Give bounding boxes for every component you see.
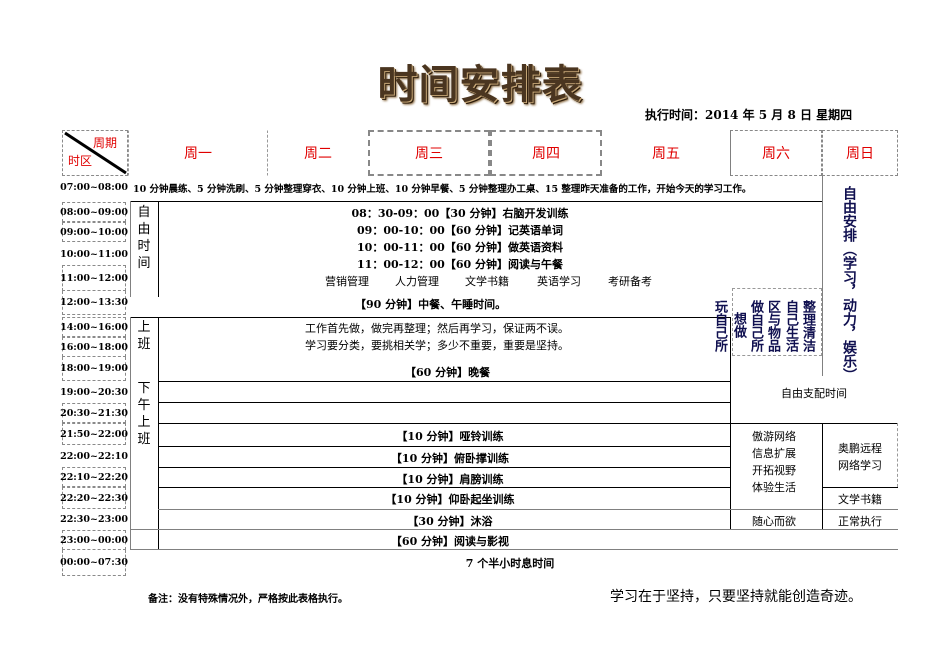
weekend-literature: 文学书籍 [838, 493, 882, 506]
header-day-fri: 周五 [652, 146, 680, 162]
exercise-item: 【60 分钟】阅读与影视 [390, 535, 510, 548]
free-time-item: 08：30-09：00【30 分钟】右脑开发训练 [351, 207, 569, 220]
header-day-mon: 周一 [128, 130, 268, 176]
subject-item: 人力管理 [395, 275, 439, 288]
header-day-sat: 周六 [730, 130, 822, 176]
exercise-item: 【10 分钟】哑铃训练 [396, 430, 504, 443]
free-time-item: 09：00-10：00【60 分钟】记英语单词 [357, 224, 563, 237]
saturday-column: 做自己所 [748, 300, 763, 352]
page-title: 时间安排表 [377, 61, 583, 108]
lunch-text: 【90 分钟】中餐、午睡时间。 [355, 298, 507, 311]
footer-note: 备注：没有特殊情况外，严格按此表格执行。 [148, 594, 348, 605]
execution-date: 执行时间：2014 年 5 月 8 日 星期四 [645, 108, 853, 122]
corner-period-label: 周期 [93, 136, 118, 150]
corner-timezone-label: 时区 [68, 154, 93, 168]
weekend-evening-right: 奥鹏远程 网络学习 [838, 442, 882, 472]
time-slot: 18:00~19:00 [60, 357, 128, 381]
header-day-sun: 周日 [822, 130, 898, 176]
work-note: 工作首先做，做完再整理；然后再学习，保证两不误。 [305, 322, 569, 335]
exercise-item: 【10 分钟】肩膀训练 [396, 473, 504, 486]
dinner-text: 【60 分钟】晚餐 [405, 366, 491, 379]
time-slot: 22:10~22:20 [60, 467, 128, 487]
time-slot: 07:00~08:00 [60, 181, 128, 193]
time-slot: 23:00~00:00 [60, 530, 128, 550]
time-slot: 14:00~16:00 [60, 317, 128, 337]
time-slot: 08:00~09:00 [60, 202, 128, 222]
exercise-item: 【10 分钟】仰卧起坐训练 [385, 493, 515, 506]
subject-item: 营销管理 [325, 275, 369, 288]
corner-header-cell: 周期 时区 [62, 130, 128, 176]
time-slot: 11:00~12:00 [60, 265, 128, 291]
sunday-text: 自由安排（学习，动力，娱乐） [841, 186, 857, 382]
saturday-column: 整理清洁 [800, 300, 815, 352]
work-note: 学习要分类，要挑相关学；多少不重要，重要是坚持。 [305, 339, 569, 352]
time-slot: 22:30~23:00 [60, 513, 128, 525]
time-slot: 00:00~07:30 [60, 550, 128, 576]
sleep-text: 7 个半小时息时间 [465, 557, 555, 570]
saturday-column: 自己生活 [783, 300, 798, 352]
morning-routine: 10 分钟晨练、5 分钟洗刷、5 分钟整理穿衣、10 分钟上班、10 分钟早餐、… [133, 184, 752, 195]
saturday-column: 想做 [731, 312, 746, 338]
time-slot: 22:20~22:30 [60, 487, 128, 509]
time-slot: 16:00~18:00 [60, 337, 128, 357]
footer-motto: 学习在于坚持，只要坚持就能创造奇迹。 [610, 589, 862, 605]
header-day-tue: 周二 [304, 146, 332, 162]
free-time-item: 10：00-11：00【60 分钟】做英语资料 [357, 241, 563, 254]
exercise-item: 【10 分钟】俯卧撑训练 [390, 452, 510, 465]
subject-item: 考研备考 [608, 275, 652, 288]
weekend-normal: 正常执行 [838, 515, 882, 528]
free-time-item: 11：00-12：00【60 分钟】阅读与午餐 [357, 258, 563, 271]
subject-item: 文学书籍 [465, 275, 509, 288]
header-day-wed: 周三 [368, 130, 490, 176]
weekend-casual: 随心而欲 [752, 515, 796, 528]
time-slot: 19:00~20:30 [60, 386, 128, 398]
time-slot: 20:30~21:30 [60, 403, 128, 423]
free-dispose-text: 自由支配时间 [781, 387, 847, 400]
time-slot: 21:50~22:00 [60, 423, 128, 445]
subject-item: 英语学习 [537, 275, 581, 288]
saturday-column: 区与物品 [765, 300, 780, 352]
weekend-evening-left: 傲游网络 信息扩展 开拓视野 体验生活 [752, 430, 796, 494]
exercise-item: 【30 分钟】沐浴 [407, 515, 493, 528]
time-slot: 12:00~13:30 [60, 291, 128, 315]
time-slot: 22:00~22:10 [60, 450, 128, 462]
time-slot: 09:00~10:00 [60, 222, 128, 242]
saturday-column: 玩自己所 [712, 300, 727, 352]
free-time-label: 自由时间 [137, 205, 151, 271]
work-label: 上班 [137, 320, 151, 352]
afternoon-work-label: 下午上班 [137, 381, 151, 447]
header-day-thu: 周四 [490, 130, 602, 176]
time-slot: 10:00~11:00 [60, 248, 128, 260]
